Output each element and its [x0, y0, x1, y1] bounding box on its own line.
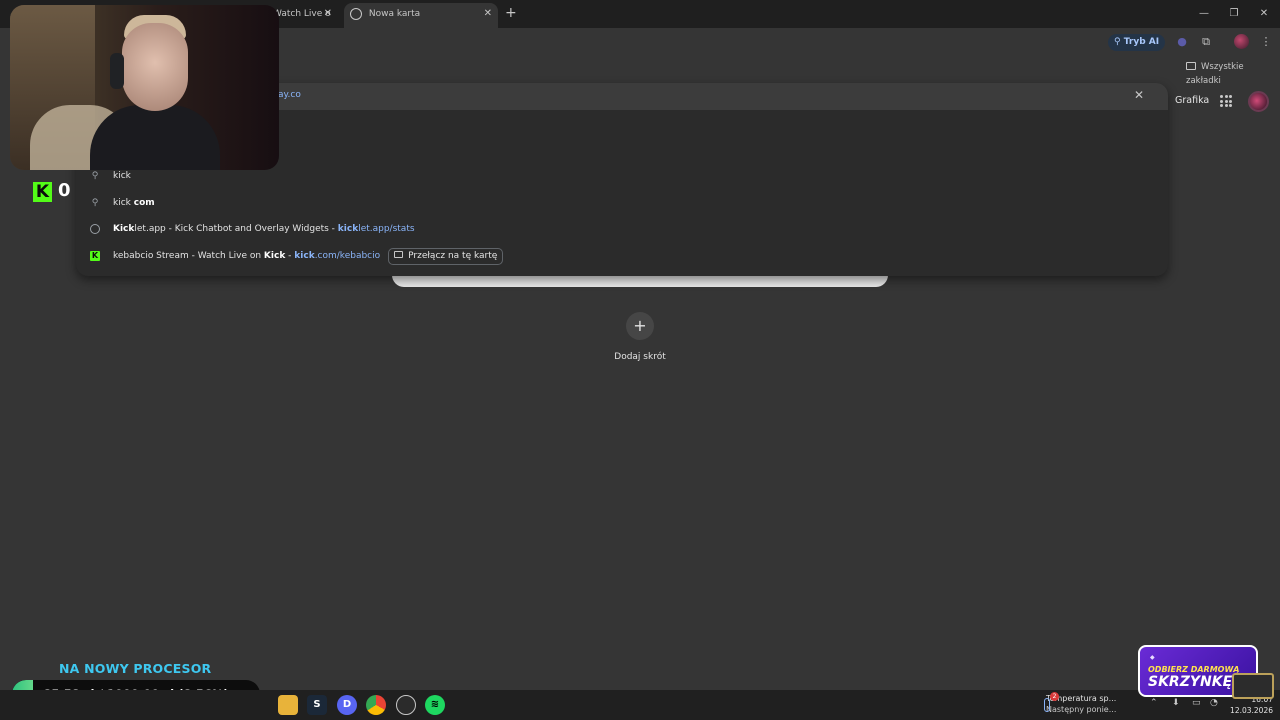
close-window-icon[interactable]: ✕ [1248, 0, 1280, 28]
treasure-chest-icon [1232, 673, 1274, 699]
taskbar: S D ≋ Temperatura sp... Następny ponie..… [0, 690, 1280, 720]
profile-avatar[interactable] [1234, 34, 1249, 49]
suggestion-url: let.app/stats [358, 224, 415, 234]
tab-close-icon[interactable]: ✕ [484, 3, 492, 25]
suggestion-item[interactable]: ⚲ kick com [76, 190, 1168, 216]
images-link[interactable]: Grafika [1175, 95, 1209, 106]
ai-search-icon: ⚲ [1114, 37, 1124, 47]
discord-icon[interactable]: D [337, 695, 357, 715]
tab-title: Nowa karta [368, 9, 421, 19]
suggestion-bold: Kick [263, 251, 286, 261]
suggestion-text: kick com [113, 190, 155, 216]
suggestion-item[interactable]: Kicklet.app - Kick Chatbot and Overlay W… [76, 216, 1168, 242]
weather-subtitle: Następny ponie... [1046, 705, 1117, 714]
file-explorer-icon[interactable] [278, 695, 298, 715]
kicklet-site-icon [90, 224, 100, 234]
thermometer-icon [1044, 698, 1050, 712]
add-shortcut-label: Dodaj skrót [614, 352, 666, 362]
suggestion-title: let.app - Kick Chatbot and Overlay Widge… [134, 224, 338, 234]
tab-switch-icon [394, 251, 404, 258]
restore-icon[interactable]: ❐ [1218, 0, 1250, 28]
suggestion-url-bold: kick [337, 224, 359, 234]
suggestion-item[interactable]: K kebabcio Stream - Watch Live on Kick -… [76, 243, 1168, 269]
suggestion-prefix: kebabcio Stream - Watch Live on [113, 251, 264, 261]
notification-badge: 2 [1050, 692, 1059, 701]
ai-mode-button[interactable]: ⚲ Tryb AI [1108, 34, 1166, 51]
tab-close-icon[interactable]: ✕ [324, 3, 332, 25]
tab-kick-stream[interactable]: Watch Live o ✕ [270, 3, 338, 25]
goal-title: NA NOWY PROCESOR [59, 661, 212, 676]
extensions-puzzle-icon[interactable]: ⧉ [1198, 34, 1214, 50]
extension-circle-icon[interactable]: ● [1174, 34, 1190, 50]
steam-icon[interactable]: S [307, 695, 327, 715]
suggestion-bold: com [133, 198, 155, 208]
spotify-icon[interactable]: ≋ [425, 695, 445, 715]
globe-icon [350, 7, 362, 20]
tab-new-tab[interactable]: Nowa karta ✕ [344, 3, 498, 28]
ai-mode-label: Tryb AI [1123, 37, 1160, 47]
new-tab-button[interactable]: + [505, 4, 519, 22]
clear-icon[interactable]: ✕ [1134, 88, 1144, 102]
promo-line-1: ODBIERZ DARMOWĄ [1148, 665, 1240, 674]
promo-line-2: SKRZYNKĘ! [1148, 674, 1239, 690]
kick-logo-icon: K [90, 251, 100, 261]
suggestion-prefix: kick [113, 171, 131, 181]
obs-icon[interactable] [396, 695, 416, 715]
minimize-icon[interactable]: — [1188, 0, 1220, 28]
suggestion-text: kebabcio Stream - Watch Live on Kick - k… [113, 243, 504, 269]
search-icon: ⚲ [91, 198, 99, 208]
tray-icon[interactable]: ◔ [1210, 698, 1218, 708]
suggestion-bold: Kick [113, 224, 135, 234]
suggestion-text: Kicklet.app - Kick Chatbot and Overlay W… [113, 216, 415, 242]
google-apps-icon[interactable] [1220, 95, 1232, 107]
tray-icon[interactable]: ▭ [1192, 698, 1201, 708]
viewer-count: 0 [58, 180, 71, 201]
menu-kebab-icon[interactable]: ⋮ [1258, 34, 1274, 50]
all-bookmarks[interactable]: Wszystkie zakładki [1186, 60, 1280, 86]
chrome-icon[interactable] [366, 695, 386, 715]
clock-date: 12.03.2026 [1230, 706, 1273, 715]
switch-to-tab-button[interactable]: Przełącz na tę kartę [388, 248, 504, 265]
tab-title: Watch Live o [273, 9, 331, 19]
suggestion-url: .com/kebabcio [314, 251, 381, 261]
search-icon: ⚲ [91, 171, 99, 181]
promo-brand-logo: ◆ [1150, 654, 1155, 661]
suggestion-url-bold: kick [294, 251, 315, 261]
folder-icon [1186, 62, 1196, 70]
kick-logo-icon: K [33, 182, 52, 202]
omnibox-text: ay.co [278, 90, 301, 100]
tray-icon[interactable]: ⬇ [1172, 698, 1180, 708]
webcam-overlay [10, 5, 279, 170]
tray-chevron-icon[interactable]: ⌃ [1150, 698, 1158, 708]
suggestion-title: - [285, 251, 295, 261]
switch-to-tab-label: Przełącz na tę kartę [408, 251, 498, 261]
google-account-avatar[interactable] [1248, 91, 1269, 112]
add-shortcut-button[interactable]: + [626, 312, 654, 340]
suggestion-prefix: kick [113, 198, 134, 208]
